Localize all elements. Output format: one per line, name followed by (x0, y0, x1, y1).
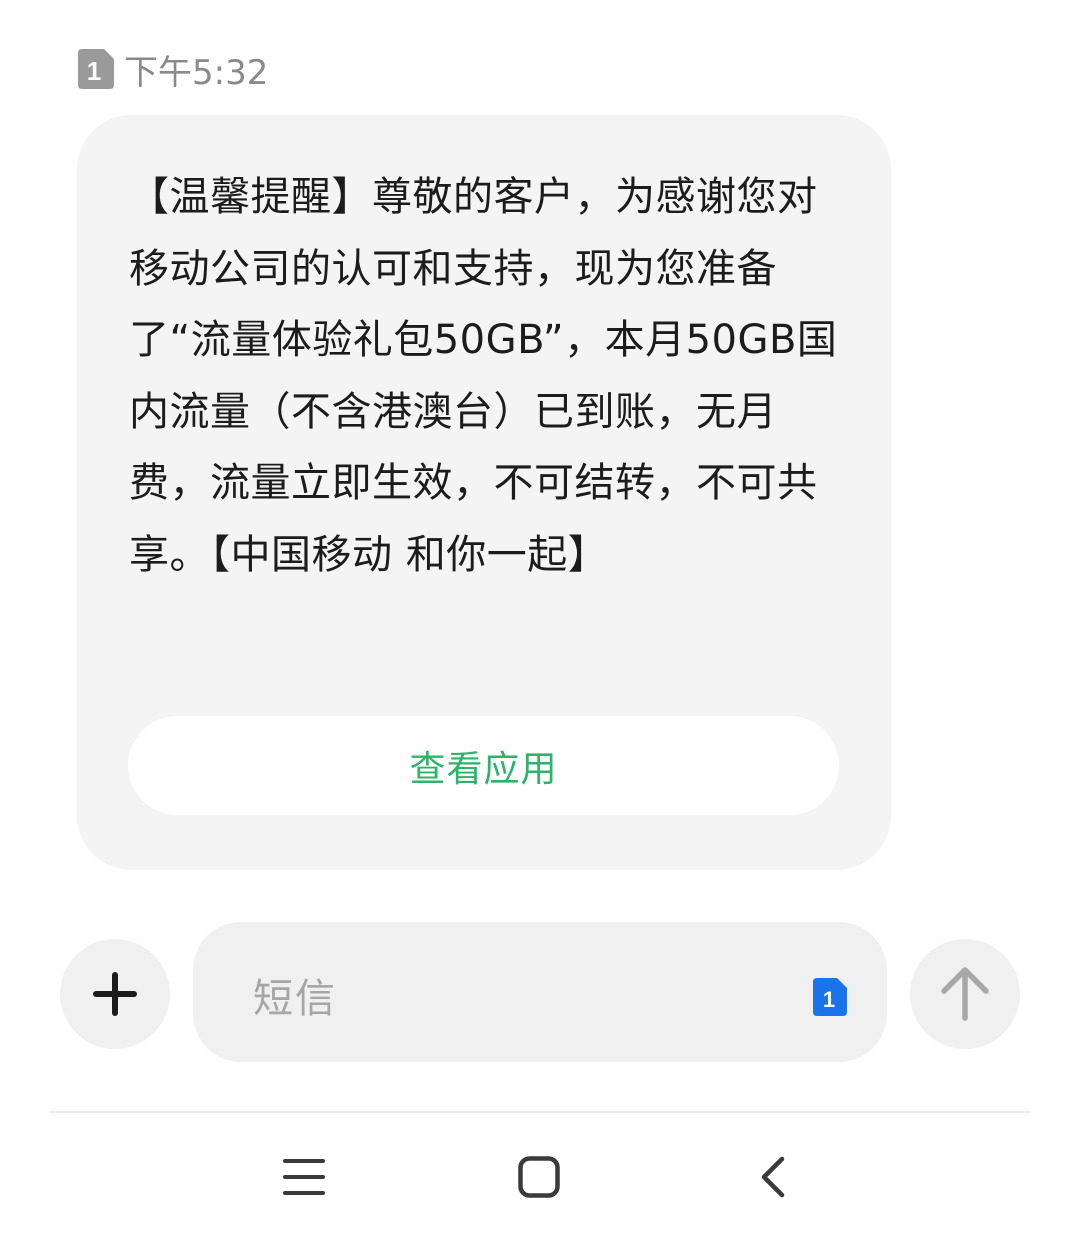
back-button[interactable] (733, 1145, 813, 1209)
add-attachment-button[interactable] (60, 939, 170, 1049)
message-input-placeholder: 短信 (253, 976, 337, 1022)
message-bubble[interactable]: 【温馨提醒】尊敬的客户，为感谢您对移动公司的认可和支持，现为您准备了“流量体验礼… (77, 115, 891, 870)
home-button[interactable] (499, 1145, 579, 1209)
sms-conversation-screen: 1 下午5:32 【温馨提醒】尊敬的客户，为感谢您对移动公司的认可和支持，现为您… (0, 0, 1080, 1242)
back-icon (761, 1156, 785, 1198)
send-button[interactable] (910, 939, 1020, 1049)
message-meta: 1 下午5:32 (78, 48, 268, 93)
message-body: 【温馨提醒】尊敬的客户，为感谢您对移动公司的认可和支持，现为您准备了“流量体验礼… (129, 174, 838, 578)
view-app-button[interactable]: 查看应用 (128, 716, 839, 815)
plus-icon (93, 972, 137, 1016)
menu-icon (283, 1159, 325, 1195)
arrow-up-icon (941, 967, 989, 1021)
message-timestamp: 下午5:32 (124, 52, 269, 93)
sim-card-icon: 1 (78, 49, 114, 89)
home-icon (518, 1156, 560, 1198)
sim-select-icon[interactable]: 1 (813, 978, 847, 1016)
recent-apps-button[interactable] (264, 1145, 344, 1209)
message-input[interactable]: 短信 1 (193, 922, 887, 1062)
navbar-divider (50, 1111, 1030, 1113)
composer-sim-slot: 1 (823, 987, 835, 1012)
sim-slot-number: 1 (87, 56, 101, 86)
